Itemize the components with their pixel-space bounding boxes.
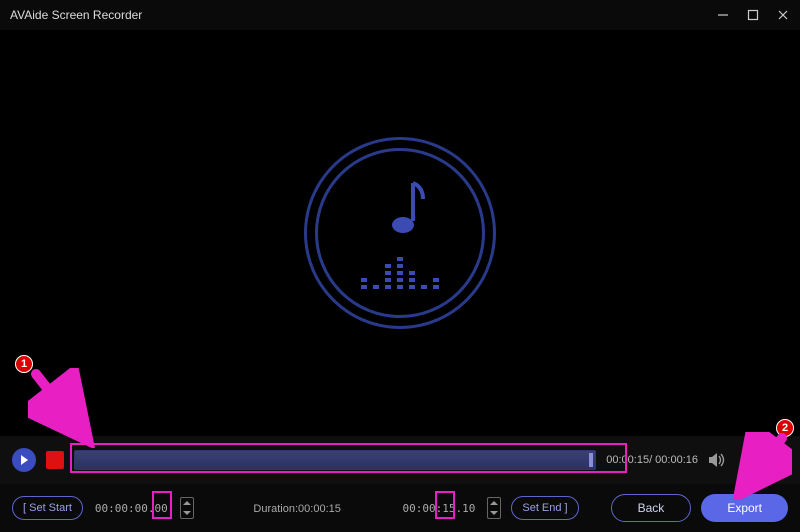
snapshot-button[interactable]: [740, 453, 758, 467]
export-button[interactable]: Export: [701, 494, 788, 522]
equalizer-icon: [361, 255, 439, 289]
chevron-down-icon[interactable]: [488, 508, 500, 518]
chevron-up-icon[interactable]: [488, 498, 500, 508]
chevron-down-icon[interactable]: [181, 508, 193, 518]
minimize-button[interactable]: [716, 8, 730, 22]
volume-button[interactable]: [708, 452, 726, 468]
playback-bar: 00:00:15/ 00:00:16: [0, 436, 800, 484]
end-time-stepper[interactable]: [487, 497, 501, 519]
chevron-up-icon[interactable]: [181, 498, 193, 508]
set-end-button[interactable]: Set End ]: [511, 496, 578, 520]
preview-area: [0, 30, 800, 436]
audio-placeholder-icon: [315, 148, 485, 318]
timecode-label: 00:00:15/ 00:00:16: [606, 454, 698, 466]
close-button[interactable]: [776, 8, 790, 22]
app-title: AVAide Screen Recorder: [10, 8, 716, 22]
start-time-field[interactable]: 00:00:00.00: [93, 502, 170, 515]
stop-button[interactable]: [46, 451, 64, 469]
duration-label: Duration:00:00:15: [253, 501, 340, 515]
window-controls: [716, 8, 790, 22]
set-start-button[interactable]: [ Set Start: [12, 496, 83, 520]
end-time-field[interactable]: 00:00:15.10: [401, 502, 478, 515]
maximize-button[interactable]: [746, 8, 760, 22]
play-button[interactable]: [12, 448, 36, 472]
back-button[interactable]: Back: [611, 494, 692, 522]
titlebar: AVAide Screen Recorder: [0, 0, 800, 30]
start-time-stepper[interactable]: [180, 497, 194, 519]
progress-track[interactable]: [74, 450, 596, 470]
trim-bar: [ Set Start 00:00:00.00 Duration:00:00:1…: [0, 484, 800, 532]
music-note-icon: [373, 177, 427, 241]
fullscreen-button[interactable]: [772, 452, 788, 468]
